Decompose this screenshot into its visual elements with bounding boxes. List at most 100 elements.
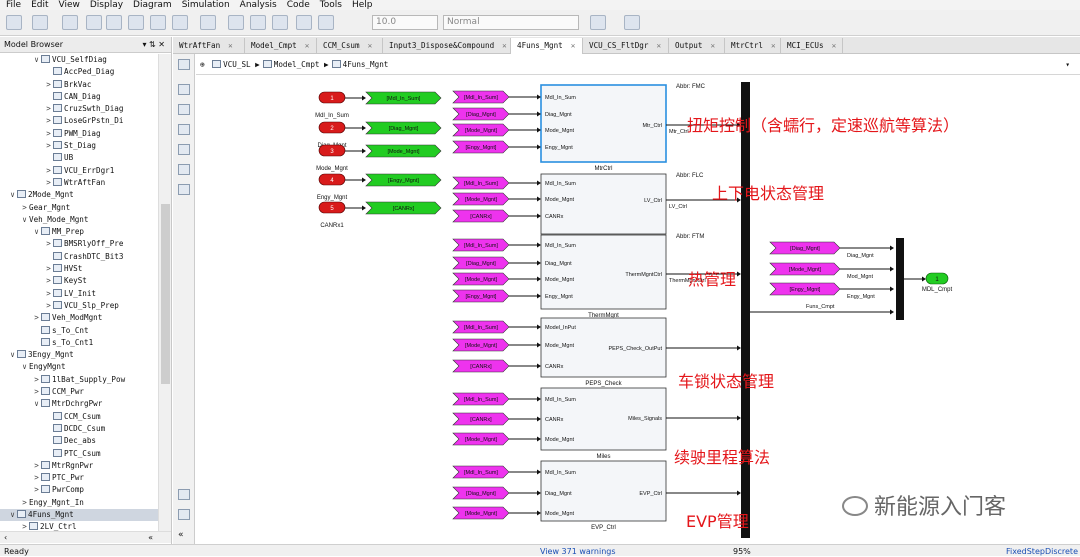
save-icon[interactable] xyxy=(62,15,78,30)
tree-node[interactable]: > KeySt xyxy=(0,275,158,287)
menu-code[interactable]: Code xyxy=(287,0,310,10)
expand-icon[interactable]: > xyxy=(20,202,29,214)
tree-node[interactable]: > WtrAftFan xyxy=(0,177,158,189)
arrow-icon[interactable] xyxy=(178,124,190,135)
menu-simulation[interactable]: Simulation xyxy=(182,0,230,10)
tree-node[interactable]: ∨ 4Funs_Mgnt xyxy=(0,508,158,522)
tree-node[interactable]: ∨ 2Mode_Mgnt xyxy=(0,189,158,201)
tree-horizontal-scrollbar[interactable]: ‹ « xyxy=(0,531,171,543)
bus-creator-main[interactable] xyxy=(741,82,750,538)
bus-creator-right[interactable] xyxy=(896,238,904,320)
check-icon[interactable] xyxy=(590,15,606,30)
up-icon[interactable] xyxy=(128,15,144,30)
expand-icon[interactable]: > xyxy=(44,165,53,177)
expand-icon[interactable]: > xyxy=(44,103,53,115)
tree-node[interactable]: ∨ EngyMgnt xyxy=(0,361,158,373)
tree-node[interactable]: CAN_Diag xyxy=(0,91,158,103)
collapse-icon[interactable]: ∨ xyxy=(8,349,17,361)
tree-vertical-scrollbar[interactable] xyxy=(158,54,171,531)
block-diagram[interactable]: 1Mdl_In_Sum[Mdl_In_Sum]2Diag_Mgnt[Diag_M… xyxy=(196,76,1080,544)
expand-icon[interactable]: > xyxy=(44,128,53,140)
expand-icon[interactable]: > xyxy=(44,140,53,152)
tree-node[interactable]: ∨ Veh_Mode_Mgnt xyxy=(0,214,158,226)
tree-node[interactable]: > CCM_Pwr xyxy=(0,386,158,398)
close-tab-icon[interactable]: ✕ xyxy=(228,41,233,50)
annotation-icon[interactable] xyxy=(178,144,190,155)
new-model-icon[interactable] xyxy=(6,15,22,30)
screenshot-icon[interactable] xyxy=(178,489,190,500)
scroll-thumb[interactable] xyxy=(161,204,170,384)
close-tab-icon[interactable]: ✕ xyxy=(710,41,715,50)
sim-mode-select[interactable]: Normal xyxy=(443,15,579,30)
menu-display[interactable]: Display xyxy=(90,0,123,10)
expand-icon[interactable]: > xyxy=(44,115,53,127)
tree-node[interactable]: ∨ MM_Prep xyxy=(0,226,158,238)
breadcrumb-item[interactable]: Model_Cmpt xyxy=(274,60,320,69)
close-tab-icon[interactable]: ✕ xyxy=(571,41,576,50)
expand-icon[interactable]: > xyxy=(32,386,41,398)
tree-node[interactable]: >1lBat_Supply_Pow xyxy=(0,374,158,386)
tree-node[interactable]: > PWM_Diag xyxy=(0,128,158,140)
tree-node[interactable]: PTC_Csum xyxy=(0,448,158,460)
collapse-icon[interactable]: ∨ xyxy=(8,509,17,521)
warnings-link[interactable]: View 371 warnings xyxy=(540,546,616,557)
collapse-browser-icon[interactable]: « xyxy=(148,532,153,544)
tree-node[interactable]: >2LV_Ctrl xyxy=(0,521,158,531)
fit-view-icon[interactable] xyxy=(178,104,190,115)
breadcrumb-item[interactable]: 4Funs_Mgnt xyxy=(343,60,389,69)
tree-node[interactable]: > St_Diag xyxy=(0,140,158,152)
expand-icon[interactable]: > xyxy=(44,238,53,250)
breadcrumb-item[interactable]: VCU_SL xyxy=(223,60,250,69)
tree-node[interactable]: > PTC_Pwr xyxy=(0,472,158,484)
stop-icon[interactable] xyxy=(296,15,312,30)
expand-icon[interactable]: > xyxy=(32,460,41,472)
tab-output[interactable]: Output ✕ xyxy=(669,38,725,54)
expand-icon[interactable]: > xyxy=(32,484,41,496)
tab-wtraftfan[interactable]: WtrAftFan ✕ xyxy=(173,38,245,54)
tree-node[interactable]: > MtrRgnPwr xyxy=(0,460,158,472)
sim-time-field[interactable]: 10.0 xyxy=(372,15,438,30)
tab-input3_dispose&compound[interactable]: Input3_Dispose&Compound ✕ xyxy=(383,38,511,54)
step-forward-icon[interactable] xyxy=(272,15,288,30)
area-icon[interactable] xyxy=(178,184,190,195)
tree-node[interactable]: AccPed_Diag xyxy=(0,66,158,78)
expand-icon[interactable]: > xyxy=(44,263,53,275)
hide-model-browser-icon[interactable]: ⊕ xyxy=(200,60,209,69)
collapse-icon[interactable]: ∨ xyxy=(32,226,41,238)
model-explorer-icon[interactable] xyxy=(200,15,216,30)
diagram-canvas[interactable]: 1Mdl_In_Sum[Mdl_In_Sum]2Diag_Mgnt[Diag_M… xyxy=(196,76,1080,544)
collapse-icon[interactable]: ∨ xyxy=(20,214,29,226)
close-tab-icon[interactable]: ✕ xyxy=(305,41,310,50)
grid-icon[interactable] xyxy=(624,15,640,30)
tree-node[interactable]: > LoseGrPstn_Di xyxy=(0,115,158,127)
expand-icon[interactable]: > xyxy=(20,497,29,509)
expand-icon[interactable]: > xyxy=(32,374,41,386)
tree-node[interactable]: > VCU_ErrDgr1 xyxy=(0,165,158,177)
tab-vcu_cs_fltdgr[interactable]: VCU_CS_FltDgr ✕ xyxy=(583,38,669,54)
menu-analysis[interactable]: Analysis xyxy=(240,0,277,10)
menu-file[interactable]: File xyxy=(6,0,21,10)
tab-model_cmpt[interactable]: Model_Cmpt ✕ xyxy=(245,38,317,54)
close-tab-icon[interactable]: ✕ xyxy=(832,41,837,50)
run-icon[interactable] xyxy=(250,15,266,30)
collapse-icon[interactable]: ∨ xyxy=(8,189,17,201)
close-tab-icon[interactable]: ✕ xyxy=(656,41,661,50)
tab-mci_ecus[interactable]: MCI_ECUs ✕ xyxy=(781,38,843,54)
menu-tools[interactable]: Tools xyxy=(320,0,342,10)
tree-node[interactable]: s_To_Cnt1 xyxy=(0,337,158,349)
close-tab-icon[interactable]: ✕ xyxy=(502,41,507,50)
tree-node[interactable]: > Gear_Mgnt xyxy=(0,202,158,214)
expand-icon[interactable]: > xyxy=(44,275,53,287)
tree-node[interactable]: ∨ VCU_SelfDiag xyxy=(0,54,158,66)
expand-icon[interactable]: > xyxy=(44,79,53,91)
tree-node[interactable]: > LV_Init xyxy=(0,288,158,300)
scope-icon[interactable] xyxy=(318,15,334,30)
tree-node[interactable]: DCDC_Csum xyxy=(0,423,158,435)
expand-icon[interactable]: > xyxy=(44,288,53,300)
tab-mtrctrl[interactable]: MtrCtrl ✕ xyxy=(725,38,781,54)
tree-node[interactable]: > Engy_Mgnt_In xyxy=(0,497,158,509)
library-icon[interactable] xyxy=(150,15,166,30)
tree-node[interactable]: UB xyxy=(0,152,158,164)
menu-diagram[interactable]: Diagram xyxy=(133,0,172,10)
close-tab-icon[interactable]: ✕ xyxy=(771,41,776,50)
